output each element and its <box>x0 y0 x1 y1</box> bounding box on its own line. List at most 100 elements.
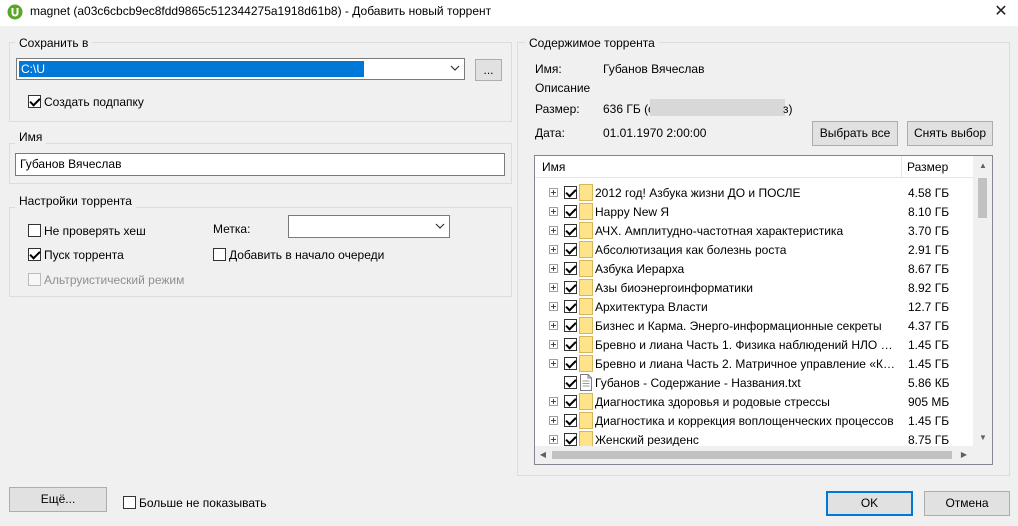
expand-plus-icon[interactable] <box>549 359 558 368</box>
file-size: 3.70 ГБ <box>908 224 950 238</box>
file-name: Бревно и лиана Часть 2. Матричное управл… <box>595 357 899 371</box>
file-row[interactable]: Азбука Иерарха 8.67 ГБ <box>535 259 973 278</box>
folder-icon <box>579 317 593 334</box>
file-name: Бизнес и Карма. Энерго-информационные се… <box>595 319 882 333</box>
expand-plus-icon[interactable] <box>549 321 558 330</box>
expand-plus-icon[interactable] <box>549 283 558 292</box>
more-button[interactable]: Ещё... <box>9 487 107 512</box>
info-size-value-end: з) <box>783 102 793 116</box>
torrent-name-input[interactable]: Губанов Вячеслав <box>15 153 505 176</box>
skip-hash-checkbox[interactable] <box>28 224 41 237</box>
create-subfolder-checkbox[interactable] <box>28 95 41 108</box>
save-path-selection <box>19 61 364 77</box>
expand-plus-icon[interactable] <box>549 416 558 425</box>
file-checkbox[interactable] <box>564 186 577 199</box>
file-checkbox[interactable] <box>564 414 577 427</box>
file-row[interactable]: Бизнес и Карма. Энерго-информационные се… <box>535 316 973 335</box>
save-path-value: C:\U <box>21 62 45 76</box>
scroll-up-arrow-icon[interactable]: ▲ <box>977 161 989 171</box>
scroll-left-arrow-icon[interactable]: ◀ <box>537 450 549 460</box>
folder-icon <box>579 184 593 201</box>
file-row[interactable]: Архитектура Власти 12.7 ГБ <box>535 297 973 316</box>
folder-icon <box>579 260 593 277</box>
column-header-name[interactable]: Имя <box>542 160 565 174</box>
file-checkbox[interactable] <box>564 224 577 237</box>
info-date-value: 01.01.1970 2:00:00 <box>603 126 707 140</box>
file-list[interactable]: Имя Размер 2012 год! Азбука жизни ДО и П… <box>534 155 993 465</box>
text-file-icon <box>580 374 592 391</box>
folder-icon <box>579 241 593 258</box>
file-checkbox[interactable] <box>564 376 577 389</box>
chevron-down-icon <box>435 223 445 229</box>
file-checkbox[interactable] <box>564 243 577 256</box>
file-checkbox[interactable] <box>564 205 577 218</box>
file-row[interactable]: Азы биоэнергоинформатики 8.92 ГБ <box>535 278 973 297</box>
expand-plus-icon[interactable] <box>549 435 558 444</box>
expand-plus-icon[interactable] <box>549 188 558 197</box>
name-group-label: Имя <box>15 130 47 144</box>
ok-button[interactable]: OK <box>826 491 913 516</box>
dont-show-again-checkbox[interactable] <box>123 496 136 509</box>
file-size: 905 МБ <box>908 395 950 409</box>
expand-plus-icon[interactable] <box>549 264 558 273</box>
cancel-button[interactable]: Отмена <box>924 491 1010 516</box>
expand-plus-icon[interactable] <box>549 245 558 254</box>
vertical-scroll-thumb[interactable] <box>978 178 987 218</box>
redacted-size-detail <box>650 99 785 116</box>
file-row[interactable]: Диагностика здоровья и родовые стрессы 90… <box>535 392 973 411</box>
start-torrent-label: Пуск торрента <box>44 248 124 262</box>
chevron-down-icon <box>450 65 460 71</box>
scroll-down-arrow-icon[interactable]: ▼ <box>977 433 989 443</box>
altruistic-mode-checkbox[interactable] <box>28 273 41 286</box>
expand-plus-icon[interactable] <box>549 207 558 216</box>
folder-icon <box>579 203 593 220</box>
file-checkbox[interactable] <box>564 281 577 294</box>
expand-plus-icon[interactable] <box>549 397 558 406</box>
start-torrent-checkbox[interactable] <box>28 248 41 261</box>
select-all-button[interactable]: Выбрать все <box>812 121 898 146</box>
file-name: Азы биоэнергоинформатики <box>595 281 753 295</box>
file-name: Бревно и лиана Часть 1. Физика наблюдени… <box>595 338 899 352</box>
file-checkbox[interactable] <box>564 300 577 313</box>
file-name: Женский резиденс <box>595 433 699 447</box>
file-checkbox[interactable] <box>564 262 577 275</box>
deselect-all-button[interactable]: Снять выбор <box>907 121 993 146</box>
label-combobox[interactable] <box>288 215 450 238</box>
file-checkbox[interactable] <box>564 357 577 370</box>
file-checkbox[interactable] <box>564 338 577 351</box>
file-checkbox[interactable] <box>564 319 577 332</box>
file-name: Архитектура Власти <box>595 300 708 314</box>
file-checkbox[interactable] <box>564 395 577 408</box>
file-row[interactable]: Бревно и лиана Часть 1. Физика наблюдени… <box>535 335 973 354</box>
expand-plus-icon[interactable] <box>549 340 558 349</box>
file-name: Happy New Я <box>595 205 670 219</box>
file-row[interactable]: Happy New Я 8.10 ГБ <box>535 202 973 221</box>
file-list-header: Имя Размер <box>535 156 992 178</box>
horizontal-scroll-thumb[interactable] <box>552 451 952 459</box>
column-header-size[interactable]: Размер <box>907 160 948 174</box>
file-name: Диагностика здоровья и родовые стрессы <box>595 395 830 409</box>
altruistic-mode-label: Альтруистический режим <box>44 273 185 287</box>
file-checkbox[interactable] <box>564 433 577 446</box>
scroll-corner <box>973 446 992 464</box>
column-separator[interactable] <box>901 156 902 178</box>
save-path-combobox[interactable]: C:\U <box>16 58 465 80</box>
add-to-top-checkbox[interactable] <box>213 248 226 261</box>
file-row[interactable]: Губанов - Содержание - Названия.txt 5.86 … <box>535 373 973 392</box>
file-row[interactable]: Диагностика и коррекция воплощенческих п… <box>535 411 973 430</box>
file-row[interactable]: 2012 год! Азбука жизни ДО и ПОСЛЕ 4.58 ГБ <box>535 183 973 202</box>
file-row[interactable]: Абсолютизация как болезнь роста 2.91 ГБ <box>535 240 973 259</box>
expand-plus-icon[interactable] <box>549 226 558 235</box>
save-location-group-label: Сохранить в <box>15 36 93 50</box>
folder-icon <box>579 298 593 315</box>
browse-button[interactable]: ... <box>475 59 502 81</box>
expand-plus-icon[interactable] <box>549 302 558 311</box>
file-row[interactable]: Бревно и лиана Часть 2. Матричное управл… <box>535 354 973 373</box>
folder-icon <box>579 355 593 372</box>
scroll-right-arrow-icon[interactable]: ▶ <box>958 450 970 460</box>
file-row[interactable]: АЧХ. Амплитудно-частотная характеристика… <box>535 221 973 240</box>
file-size: 4.37 ГБ <box>908 319 950 333</box>
file-name: Губанов - Содержание - Названия.txt <box>595 376 801 390</box>
close-icon[interactable]: ✕ <box>990 2 1012 22</box>
folder-icon <box>579 412 593 429</box>
